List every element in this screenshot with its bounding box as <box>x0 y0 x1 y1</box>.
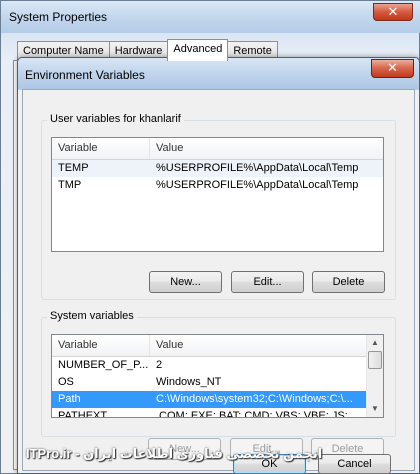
table-row[interactable]: PATHEXT .COM;.EXE;.BAT;.CMD;.VBS;.VBE;.J… <box>52 408 366 418</box>
system-properties-titlebar[interactable]: System Properties <box>1 1 420 33</box>
user-delete-button[interactable]: Delete <box>312 271 385 293</box>
system-row-value: C:\Windows\system32;C:\Windows;C:\... <box>156 393 353 405</box>
system-row-variable: NUMBER_OF_P... <box>58 359 149 371</box>
system-properties-close-button[interactable]: ✕ <box>373 3 413 21</box>
table-row[interactable]: NUMBER_OF_P... 2 <box>52 357 366 374</box>
system-variables-list[interactable]: Variable Value NUMBER_OF_P... 2 OS Windo… <box>51 334 384 418</box>
tab-advanced[interactable]: Advanced <box>167 39 229 61</box>
user-row-variable: TEMP <box>58 162 89 174</box>
user-variables-group: User variables for khanlarif Variable Va… <box>41 113 396 300</box>
user-edit-button[interactable]: Edit... <box>231 271 304 293</box>
table-row-selected[interactable]: Path C:\Windows\system32;C:\Windows;C:\.… <box>52 391 366 408</box>
system-row-variable: Path <box>58 393 81 405</box>
scroll-down-arrow-icon[interactable]: ▼ <box>367 401 383 417</box>
site-watermark: ITPro.ir - انجمن تخصصی فناوری اطلاعات ای… <box>26 446 323 461</box>
user-new-button[interactable]: New... <box>149 271 222 293</box>
system-variables-group-label: System variables <box>47 310 137 322</box>
scroll-thumb[interactable] <box>368 351 382 369</box>
user-column-value[interactable]: Value <box>150 138 383 159</box>
table-row[interactable]: TEMP %USERPROFILE%\AppData\Local\Temp <box>52 160 383 177</box>
system-column-variable[interactable]: Variable <box>52 335 150 356</box>
user-variables-list-header: Variable Value <box>52 138 383 160</box>
user-column-variable[interactable]: Variable <box>52 138 150 159</box>
user-variables-group-label: User variables for khanlarif <box>47 113 184 125</box>
environment-variables-dialog: Environment Variables ✕ User variables f… <box>17 57 420 474</box>
user-row-variable: TMP <box>58 179 82 191</box>
table-row[interactable]: TMP %USERPROFILE%\AppData\Local\Temp <box>52 177 383 194</box>
system-row-value: 2 <box>156 359 163 371</box>
environment-variables-title: Environment Variables <box>25 68 145 82</box>
environment-variables-titlebar[interactable]: Environment Variables <box>18 58 419 89</box>
environment-variables-close-button[interactable]: ✕ <box>371 59 414 78</box>
cancel-button[interactable]: Cancel <box>318 454 391 474</box>
system-column-value[interactable]: Value <box>150 335 368 356</box>
system-row-value: Windows_NT <box>156 376 222 388</box>
user-row-value: %USERPROFILE%\AppData\Local\Temp <box>156 162 359 174</box>
system-properties-title: System Properties <box>9 10 108 24</box>
table-row[interactable]: OS Windows_NT <box>52 374 366 391</box>
system-variables-list-header: Variable Value <box>52 335 366 357</box>
user-variables-list[interactable]: Variable Value TEMP %USERPROFILE%\AppDat… <box>51 137 384 252</box>
system-row-variable: PATHEXT <box>58 410 108 418</box>
system-row-variable: OS <box>58 376 74 388</box>
user-row-value: %USERPROFILE%\AppData\Local\Temp <box>156 179 359 191</box>
environment-variables-body: User variables for khanlarif Variable Va… <box>22 89 415 471</box>
scroll-up-arrow-icon[interactable]: ▲ <box>367 335 383 351</box>
system-variables-scrollbar[interactable]: ▲ ▼ <box>366 335 383 417</box>
system-row-value: .COM;.EXE;.BAT;.CMD;.VBS;.VBE;.JS;.... <box>156 410 360 418</box>
system-variables-group: System variables Variable Value NUMBER_O… <box>41 310 396 437</box>
